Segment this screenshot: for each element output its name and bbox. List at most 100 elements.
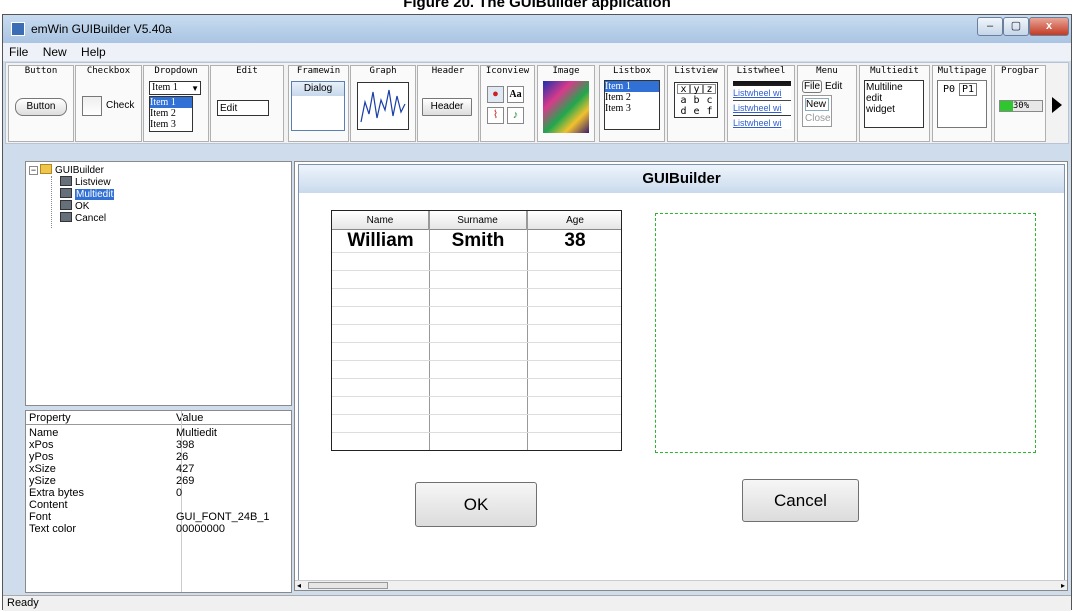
checkbox-label: Check — [106, 100, 135, 111]
tool-listview[interactable]: Listview x y z a b c d e f — [667, 65, 725, 142]
property-row[interactable]: yPos 26 — [26, 452, 291, 463]
tool-label: Image — [552, 66, 580, 76]
cell-age[interactable]: 38 — [527, 231, 623, 251]
dropdown-field: Item 1 ▼ — [149, 81, 201, 95]
ok-button[interactable]: OK — [415, 482, 537, 527]
sample-listwheel: Listwheel wi Listwheel wi Listwheel wi — [733, 81, 791, 129]
cancel-button[interactable]: Cancel — [742, 479, 859, 522]
property-row[interactable]: Name Multiedit — [26, 428, 291, 439]
row-divider — [332, 288, 621, 289]
tool-header[interactable]: Header Header — [417, 65, 479, 142]
menu-sample-popup: New Close — [802, 95, 832, 127]
dropdown-item: Item 3 — [150, 119, 176, 130]
dialog-window[interactable]: GUIBuilder Name Surname Age William Smit… — [298, 164, 1065, 582]
tool-label: Listbox — [613, 66, 651, 76]
tool-label: Progbar — [1001, 66, 1039, 76]
property-row[interactable]: Font GUI_FONT_24B_1 — [26, 512, 291, 523]
widget-icon — [60, 188, 72, 198]
dialog-multiedit[interactable] — [655, 213, 1036, 453]
dialog-title: GUIBuilder — [299, 165, 1064, 193]
menu-file[interactable]: File — [3, 43, 33, 59]
maximize-button[interactable]: ▢ — [1003, 17, 1029, 36]
menu-help[interactable]: Help — [75, 43, 111, 59]
font-icon: Aa — [507, 86, 524, 103]
column-header-surname[interactable]: Surname — [429, 211, 527, 230]
widget-icon — [60, 212, 72, 222]
multiedit-line: edit — [866, 93, 883, 104]
row-divider — [332, 306, 621, 307]
menu-new[interactable]: New — [37, 43, 72, 59]
tool-progbar[interactable]: Progbar 30% — [994, 65, 1046, 142]
scrollbar-thumb[interactable] — [308, 582, 388, 589]
tool-iconview[interactable]: Iconview ● Aa ⌇ ♪ — [480, 65, 535, 142]
sample-image — [543, 81, 589, 133]
property-row[interactable]: Text color 00000000 — [26, 524, 291, 535]
column-header-name[interactable]: Name — [332, 211, 429, 230]
framewin-title: Dialog — [292, 82, 344, 96]
sample-checkbox — [82, 96, 102, 116]
property-key: xPos — [29, 439, 54, 451]
tool-menu[interactable]: Menu File Edit New Close — [797, 65, 857, 142]
tool-graph[interactable]: Graph — [350, 65, 416, 142]
property-panel: Property Value Name Multiedit xPos 398 yPo… — [25, 410, 292, 593]
listview-cell: d — [680, 106, 687, 117]
property-header: Property Value — [26, 411, 291, 425]
tool-listwheel[interactable]: Listwheel Listwheel wi Listwheel wi List… — [727, 65, 795, 142]
sample-framewin: Dialog — [291, 81, 345, 131]
tool-label: Edit — [236, 66, 258, 76]
property-key: Text color — [29, 523, 77, 535]
tree-item-multiedit[interactable]: Multiedit — [60, 188, 115, 200]
tree-item-listview[interactable]: Listview — [60, 176, 111, 188]
row-divider — [332, 270, 621, 271]
scroll-right-icon[interactable]: ▸ — [1061, 581, 1065, 590]
cell-name[interactable]: William — [332, 231, 429, 251]
tool-checkbox[interactable]: Checkbox Check — [75, 65, 142, 142]
property-row[interactable]: ySize 269 — [26, 476, 291, 487]
property-row[interactable]: xPos 398 — [26, 440, 291, 451]
close-button[interactable]: x — [1029, 17, 1069, 36]
property-key: ySize — [29, 475, 56, 487]
tool-framewin[interactable]: Framewin Dialog — [288, 65, 349, 142]
menu-sample-edit: Edit — [825, 81, 843, 92]
listview-cell: c — [706, 95, 713, 106]
listview-cell: x — [677, 84, 690, 95]
listview-cell: f — [706, 106, 713, 117]
minimize-button[interactable]: – — [977, 17, 1003, 36]
tool-edit[interactable]: Edit Edit — [210, 65, 284, 142]
property-row[interactable]: Extra bytes 0 — [26, 488, 291, 499]
dialog-listview[interactable]: Name Surname Age William Smith 38 — [331, 210, 622, 451]
tree-item-ok[interactable]: OK — [60, 200, 89, 212]
row-divider — [332, 378, 621, 379]
listview-cell: b — [693, 95, 700, 106]
scroll-left-icon[interactable]: ◂ — [297, 581, 301, 590]
tree-label: Multiedit — [75, 189, 115, 200]
sample-listbox: Item 1 Item 2 Item 3 — [604, 80, 660, 130]
property-value: 269 — [176, 475, 195, 487]
widget-tree: − GUIBuilder Listview Multiedit OK Cance… — [25, 161, 292, 406]
tree-item-cancel[interactable]: Cancel — [60, 212, 106, 224]
cell-surname[interactable]: Smith — [429, 231, 527, 251]
collapse-icon[interactable]: − — [29, 166, 38, 175]
scroll-right-icon[interactable] — [1052, 97, 1062, 113]
sample-progbar: 30% — [999, 100, 1043, 112]
tree-item-root[interactable]: GUIBuilder — [40, 164, 104, 176]
tool-image[interactable]: Image — [537, 65, 595, 142]
property-key: yPos — [29, 451, 54, 463]
tool-button[interactable]: Button Button — [8, 65, 74, 142]
tool-label: Multipage — [937, 66, 987, 76]
property-row[interactable]: xSize 427 — [26, 464, 291, 475]
music-icon: ♪ — [507, 107, 524, 124]
title-bar: emWin GUIBuilder V5.40a – ▢ x — [3, 15, 1071, 43]
tool-multiedit[interactable]: Multiedit Multiline edit widget — [859, 65, 930, 142]
sample-edit: Edit — [217, 100, 269, 116]
horizontal-scrollbar[interactable]: ◂ ▸ — [295, 580, 1067, 590]
property-row[interactable]: Content — [26, 500, 291, 511]
tool-label: Iconview — [485, 66, 530, 76]
tool-dropdown[interactable]: Dropdown Item 1 ▼ Item 1 Item 2 Item 3 — [143, 65, 209, 142]
tool-multipage[interactable]: Multipage P0 P1 — [932, 65, 992, 142]
property-value: GUI_FONT_24B_1 — [176, 511, 270, 523]
tool-listbox[interactable]: Listbox Item 1 Item 2 Item 3 — [599, 65, 665, 142]
sample-multiedit: Multiline edit widget — [864, 80, 924, 128]
folder-icon — [40, 164, 52, 174]
column-header-age[interactable]: Age — [527, 211, 623, 230]
